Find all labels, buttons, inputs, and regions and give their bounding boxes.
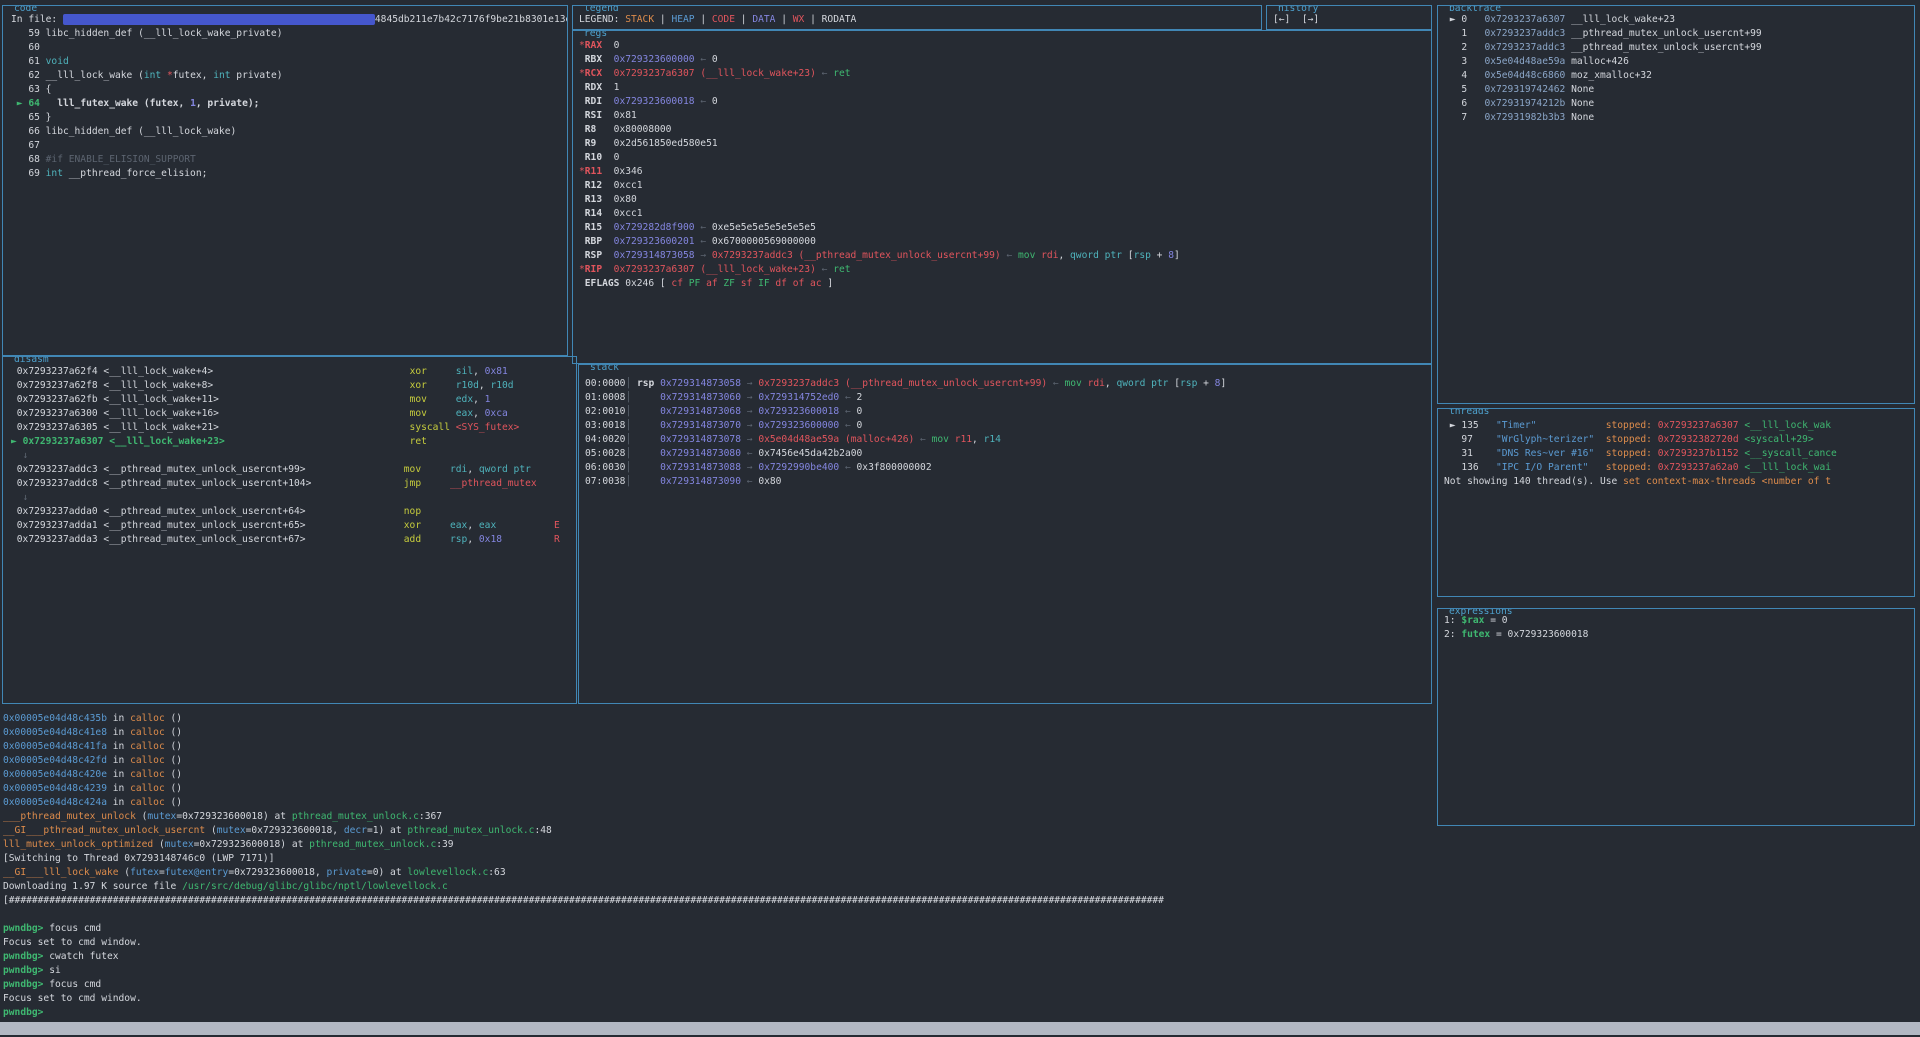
- source-code-lines: In file: 4845db211e7b42c7176f9be21b8301e…: [3, 6, 567, 181]
- panel-backtrace: backtrace ► 0 0x7293237a6307 __lll_lock_…: [1437, 5, 1915, 404]
- panel-legend: legend LEGEND: STACK | HEAP | CODE | DAT…: [572, 5, 1262, 30]
- panel-stack: stack 00:0000│ rsp 0x729314873058 → 0x72…: [578, 364, 1432, 704]
- panel-disassembly: disasm 0x7293237a62f4 <__lll_lock_wake+4…: [2, 356, 577, 704]
- legend-line: LEGEND: STACK | HEAP | CODE | DATA | WX …: [573, 6, 1261, 27]
- panel-title-legend: legend: [581, 5, 622, 13]
- panel-title-code: code: [11, 5, 40, 13]
- panel-title-history: history: [1275, 5, 1321, 13]
- status-bar: multi-thre Thread 0x7293148746 (cmd) In:…: [0, 1022, 1920, 1035]
- gdb-console-output[interactable]: 0x00005e04d48c435b in calloc ()0x00005e0…: [3, 712, 1433, 1020]
- pwndbg-terminal: code In file: 4845db211e7b42c7176f9be21b…: [0, 0, 1920, 1037]
- panel-expressions: expressions 1: $rax = 02: futex = 0x7293…: [1437, 608, 1915, 826]
- register-rows: *RAX 0 RBX 0x729323600000 ← 0*RCX 0x7293…: [573, 31, 1431, 291]
- panel-registers: regs *RAX 0 RBX 0x729323600000 ← 0*RCX 0…: [572, 30, 1432, 364]
- backtrace-rows: ► 0 0x7293237a6307 __lll_lock_wake+23 1 …: [1438, 6, 1914, 125]
- thread-rows: ► 135 "Timer" stopped: 0x7293237a6307 <_…: [1438, 409, 1914, 489]
- panel-title-threads: threads: [1446, 408, 1492, 416]
- panel-title-regs: regs: [581, 30, 610, 38]
- panel-source-code: code In file: 4845db211e7b42c7176f9be21b…: [2, 5, 568, 356]
- panel-title-stack: stack: [587, 364, 622, 372]
- panel-history: history [←] [→]: [1266, 5, 1432, 30]
- stack-rows: 00:0000│ rsp 0x729314873058 → 0x7293237a…: [579, 365, 1431, 489]
- panel-title-backtrace: backtrace: [1446, 5, 1504, 13]
- panel-title-expressions: expressions: [1446, 608, 1516, 616]
- panel-title-disasm: disasm: [11, 356, 52, 364]
- panel-threads: threads ► 135 "Timer" stopped: 0x7293237…: [1437, 408, 1915, 597]
- disassembly-rows: 0x7293237a62f4 <__lll_lock_wake+4> xor s…: [3, 357, 576, 547]
